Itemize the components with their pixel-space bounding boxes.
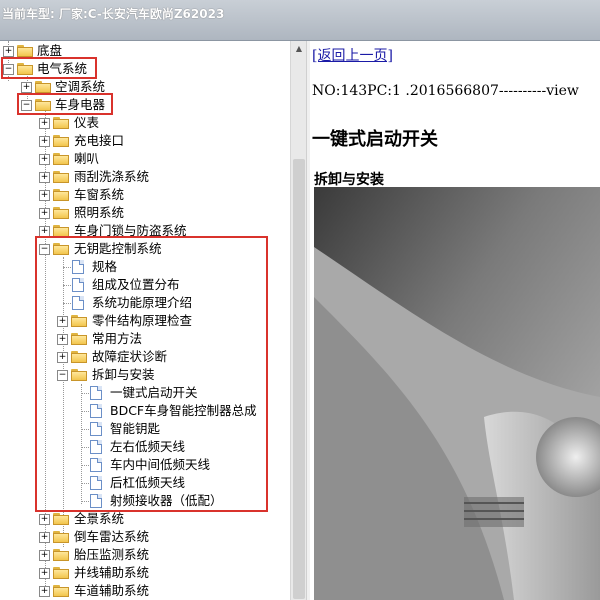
- part-photo: [314, 187, 600, 600]
- section-title: 拆卸与安装: [314, 172, 384, 188]
- expand-icon[interactable]: +: [39, 586, 50, 597]
- expand-icon[interactable]: +: [39, 208, 50, 219]
- folder-icon: [53, 189, 69, 201]
- tree-panel[interactable]: + 底盘 − 电气系统 + 空调系统 − 车身电器 + 仪表 + 充电接口 + …: [0, 41, 290, 600]
- folder-icon: [53, 135, 69, 147]
- folder-icon: [53, 531, 69, 543]
- page-title: 一键式启动开关: [312, 129, 438, 150]
- tree-scrollbar[interactable]: ▲: [290, 41, 307, 600]
- folder-icon: [53, 153, 69, 165]
- tree-item-lane-change-assist[interactable]: + 并线辅助系统: [0, 564, 290, 582]
- expand-icon[interactable]: +: [39, 532, 50, 543]
- expand-icon[interactable]: +: [21, 82, 32, 93]
- highlight-electrical-system: [1, 57, 97, 79]
- folder-icon: [17, 45, 33, 57]
- expand-icon[interactable]: +: [39, 154, 50, 165]
- back-link[interactable]: [返回上一页]: [312, 45, 393, 65]
- tree-item-lane-assist[interactable]: + 车道辅助系统: [0, 582, 290, 600]
- tree-item-panoramic-system[interactable]: + 全景系统: [0, 510, 290, 528]
- folder-icon: [53, 585, 69, 597]
- expand-icon[interactable]: +: [39, 172, 50, 183]
- expand-icon[interactable]: +: [3, 46, 14, 57]
- folder-icon: [53, 171, 69, 183]
- scroll-up-icon[interactable]: ▲: [291, 41, 307, 57]
- expand-icon[interactable]: +: [39, 514, 50, 525]
- highlight-body-electrical: [17, 93, 113, 115]
- scrollbar-thumb[interactable]: [293, 159, 305, 599]
- document-meta: NO:143PC:1 .2016566807----------view: [312, 83, 579, 99]
- content-panel: [返回上一页] NO:143PC:1 .2016566807----------…: [310, 41, 600, 600]
- title-bar: 当前车型: 厂家:C-长安汽车欧尚Z62023: [0, 0, 600, 41]
- tree-item-parking-radar[interactable]: + 倒车雷达系统: [0, 528, 290, 546]
- window-title: 当前车型: 厂家:C-长安汽车欧尚Z62023: [2, 7, 225, 21]
- folder-icon: [53, 567, 69, 579]
- tree-item-instrument[interactable]: + 仪表: [0, 114, 290, 132]
- folder-icon: [53, 207, 69, 219]
- expand-icon[interactable]: +: [39, 568, 50, 579]
- expand-icon[interactable]: +: [39, 190, 50, 201]
- expand-icon[interactable]: +: [39, 550, 50, 561]
- tree-item-horn[interactable]: + 喇叭: [0, 150, 290, 168]
- folder-icon: [53, 549, 69, 561]
- folder-icon: [53, 513, 69, 525]
- tree-item-lighting[interactable]: + 照明系统: [0, 204, 290, 222]
- tree-item-tire-pressure-monitoring[interactable]: + 胎压监测系统: [0, 546, 290, 564]
- highlight-keyless-control: [35, 236, 268, 512]
- tree-item-window-system[interactable]: + 车窗系统: [0, 186, 290, 204]
- car-interior-photo: [314, 187, 600, 600]
- expand-icon[interactable]: +: [39, 118, 50, 129]
- tree-item-charging-port[interactable]: + 充电接口: [0, 132, 290, 150]
- tree-item-wiper-washer[interactable]: + 雨刮洗涤系统: [0, 168, 290, 186]
- expand-icon[interactable]: +: [39, 136, 50, 147]
- folder-icon: [35, 81, 51, 93]
- folder-icon: [53, 117, 69, 129]
